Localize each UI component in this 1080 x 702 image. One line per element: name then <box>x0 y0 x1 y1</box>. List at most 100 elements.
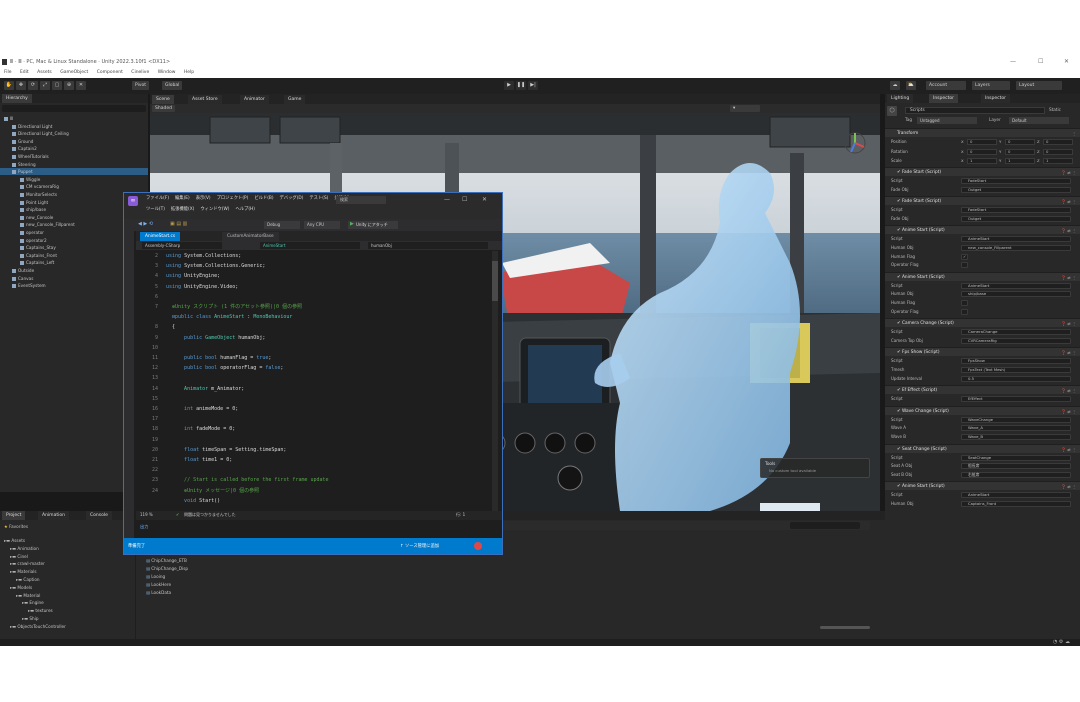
component-header[interactable]: ✔ Fade Start (Script) ❓ ⇄ ⋮ <box>885 167 1080 176</box>
transform-x-field[interactable]: 0 <box>967 148 997 155</box>
vs-menu-item[interactable]: 編集(E) <box>175 196 190 201</box>
menu-cinelive[interactable]: Cinelive <box>131 70 149 75</box>
hierarchy-item[interactable]: Captain2 <box>0 145 148 152</box>
field-value[interactable]: ✓ <box>961 253 968 260</box>
field-value[interactable]: CameraChange <box>961 329 1071 336</box>
component-menu-icon[interactable]: ❓ ⇄ ⋮ <box>1061 319 1076 328</box>
icon-size-slider[interactable] <box>820 626 870 629</box>
menu-help[interactable]: Help <box>184 70 194 75</box>
field-value[interactable]: Captains_Front <box>961 501 1071 507</box>
component-menu-icon[interactable]: ❓ ⇄ ⋮ <box>1061 386 1076 395</box>
layers-dropdown[interactable]: Layers <box>972 81 1010 90</box>
vs-menu-item[interactable]: プロジェクト(P) <box>217 196 249 201</box>
vs-attach-button[interactable]: Unity にアタッチ <box>348 221 398 229</box>
vs-menu-item[interactable]: ツール(T) <box>146 207 165 212</box>
account-dropdown[interactable]: Account <box>926 81 966 90</box>
project-folder[interactable]: ▸▬ Assets <box>0 537 25 544</box>
field-value[interactable]: AnimeStart <box>961 236 1071 243</box>
component-menu-icon[interactable]: ❓ ⇄ ⋮ <box>1061 168 1076 177</box>
vs-back-icon[interactable]: ◀ ▶ ⟲ <box>138 221 153 227</box>
component-menu-icon[interactable]: ❓ ⇄ ⋮ <box>1061 445 1076 454</box>
transform-x-field[interactable]: 0 <box>967 139 997 145</box>
field-value[interactable]: FadeStart <box>961 207 1071 214</box>
field-value[interactable]: FadeStart <box>961 178 1071 184</box>
tab-scene[interactable]: Scene <box>152 95 174 104</box>
vs-class-dropdown[interactable]: AnimeStart <box>260 242 360 249</box>
hierarchy-search-input[interactable] <box>2 105 146 112</box>
vs-zoom-level[interactable]: 119 % <box>140 512 153 517</box>
component-menu-icon[interactable]: ❓ ⇄ ⋮ <box>1061 273 1076 282</box>
component-menu-icon[interactable]: ❓ ⇄ ⋮ <box>1061 407 1076 416</box>
field-value[interactable]: ship/base <box>961 291 1071 298</box>
minimize-button[interactable]: — <box>1010 56 1016 68</box>
field-value[interactable]: new_console_Fillparent <box>961 245 1071 251</box>
project-folder[interactable]: ▸▬ Material <box>0 592 40 599</box>
component-header[interactable]: ✔ Seat Change (Script) ❓ ⇄ ⋮ <box>885 443 1080 454</box>
project-folder[interactable]: ▸▬ Engine <box>0 599 44 606</box>
hierarchy-item[interactable]: Ⅲ <box>0 115 148 122</box>
transform-y-field[interactable]: 0 <box>1005 139 1035 145</box>
project-folder[interactable]: ▸▬ Ship <box>0 615 39 622</box>
vs-maximize-button[interactable]: ☐ <box>462 196 467 203</box>
vs-menu-item[interactable]: デバッグ(D) <box>280 196 304 201</box>
component-header[interactable]: ✔ Anime Start (Script) ❓ ⇄ ⋮ <box>885 225 1080 235</box>
transform-component-header[interactable]: Transform ⋮ <box>885 128 1080 137</box>
vs-project-dropdown[interactable]: Assembly-CSharp <box>142 242 222 249</box>
cloud-icon[interactable]: ⛅ <box>906 81 916 90</box>
step-button[interactable]: ▶| <box>528 81 538 90</box>
pause-button[interactable]: ❚❚ <box>516 81 526 90</box>
transform-tool-icon[interactable]: ⊕ <box>64 81 74 90</box>
vs-notification-icon[interactable] <box>474 542 482 550</box>
component-menu-icon[interactable]: ❓ ⇄ ⋮ <box>1061 482 1076 491</box>
project-file[interactable]: ▤ LookHere <box>146 581 171 588</box>
vs-minimize-button[interactable]: — <box>444 196 450 203</box>
field-value[interactable]: 右舷席 <box>961 471 1071 478</box>
play-button[interactable]: ▶ <box>504 81 514 90</box>
component-header[interactable]: ✔ Ef Effect (Script) ❓ ⇄ ⋮ <box>885 385 1080 395</box>
tab-game[interactable]: Game <box>284 95 306 104</box>
project-folder[interactable]: ▸▬ Caption <box>0 576 40 583</box>
scale-tool-icon[interactable]: ⤢ <box>40 81 50 90</box>
shading-mode-dropdown[interactable]: Shaded <box>152 105 175 112</box>
project-folder[interactable]: ▸▬ Animation <box>0 545 39 552</box>
custom-tool-icon[interactable]: ✕ <box>76 81 86 90</box>
pivot-toggle[interactable]: Pivot <box>132 81 150 90</box>
field-value[interactable]: AnimeStart <box>961 492 1071 499</box>
vs-code-editor[interactable]: 2 using System.Collections; 3 using System.… <box>136 251 494 511</box>
tools-overlay[interactable]: Tools No custom tool available <box>760 458 870 478</box>
collab-icon[interactable]: ☁ <box>890 81 900 90</box>
vs-config-dropdown[interactable]: Debug <box>264 221 300 229</box>
status-icons[interactable]: ◔ ⚙ ☁ <box>1053 639 1070 645</box>
project-file[interactable]: ▤ ChipChange_ETB <box>146 557 187 564</box>
global-toggle[interactable]: Global <box>162 81 183 90</box>
tab-console[interactable]: Console <box>86 511 112 520</box>
vs-save-icon[interactable]: ▣ ▤ ▥ <box>170 221 187 227</box>
tab-inspector[interactable]: Inspector <box>929 94 958 103</box>
layout-dropdown[interactable]: Layout <box>1016 81 1062 90</box>
menu-edit[interactable]: Edit <box>20 70 29 75</box>
maximize-button[interactable]: ☐ <box>1038 56 1043 68</box>
project-folder[interactable]: ▸▬ Models <box>0 584 32 591</box>
field-value[interactable] <box>961 308 968 315</box>
field-value[interactable]: SeatChange <box>961 454 1071 461</box>
component-menu-icon[interactable]: ❓ ⇄ ⋮ <box>1061 197 1076 206</box>
vs-source-control-button[interactable]: ↑ ソース管理に追加 <box>400 543 439 549</box>
field-value[interactable]: Wave_B <box>961 434 1071 440</box>
transform-y-field[interactable]: 1 <box>1005 158 1035 164</box>
move-tool-icon[interactable]: ✥ <box>16 81 26 90</box>
field-value[interactable]: AnimeStart <box>961 282 1071 289</box>
field-value[interactable]: EfEffect <box>961 396 1071 403</box>
menu-component[interactable]: Component <box>97 70 123 75</box>
tab-project[interactable]: Project <box>2 511 26 520</box>
project-folder[interactable]: ▸▬ ObjectsTouchController <box>0 623 66 630</box>
vs-menu-item[interactable]: ファイル(F) <box>146 196 169 201</box>
transform-y-field[interactable]: 0 <box>1005 148 1035 155</box>
hierarchy-item[interactable]: WheelTutorials <box>0 153 148 160</box>
tag-dropdown[interactable]: Untagged <box>917 117 977 124</box>
vs-menu-item[interactable]: ビルド(B) <box>254 196 273 201</box>
vs-tab-animestart[interactable]: AnimeStart.cs <box>140 232 181 241</box>
project-file[interactable]: ▤ Looing <box>146 573 165 580</box>
tab-animator[interactable]: Animator <box>240 95 269 104</box>
component-header[interactable]: ✔ Camera Change (Script) ❓ ⇄ ⋮ <box>885 318 1080 328</box>
project-file[interactable]: ▤ LookData <box>146 589 171 596</box>
